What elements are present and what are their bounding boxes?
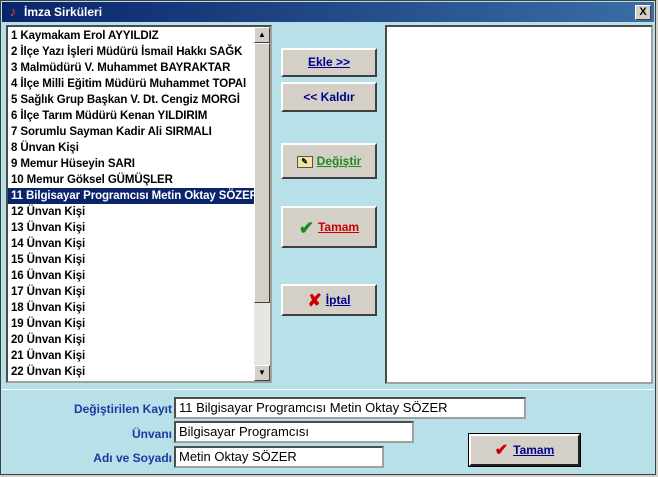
list-item[interactable]: 11 Bilgisayar Programcısı Metin Oktay SÖ… xyxy=(8,188,257,204)
scroll-thumb[interactable] xyxy=(254,43,270,303)
degistir-button-label: Değiştir xyxy=(316,154,362,168)
title-bar[interactable]: ♪ İmza Sirküleri X xyxy=(2,2,654,22)
kaldir-button[interactable]: << Kaldır xyxy=(281,82,377,112)
list-item[interactable]: 1 Kaymakam Erol AYYILDIZ xyxy=(8,28,257,44)
form-separator xyxy=(2,389,654,390)
bottom-tamam-button[interactable]: ✔ Tamam xyxy=(468,433,581,467)
close-button[interactable]: X xyxy=(635,5,651,20)
iptal-button[interactable]: ✘ İptal xyxy=(281,284,377,316)
list-item[interactable]: 3 Malmüdürü V. Muhammet BAYRAKTAR xyxy=(8,60,257,76)
list-item[interactable]: 19 Ünvan Kişi xyxy=(8,316,257,332)
adi-soyadi-field[interactable]: Metin Oktay SÖZER xyxy=(174,446,384,468)
list-item[interactable]: 4 İlçe Milli Eğitim Müdürü Muhammet TOPA… xyxy=(8,76,257,92)
close-icon: X xyxy=(639,6,647,18)
list-item[interactable]: 9 Memur Hüseyin SARI xyxy=(8,156,257,172)
unvani-label: Ünvanı xyxy=(131,427,172,441)
scroll-up-button[interactable]: ▲ xyxy=(254,27,270,43)
list-item[interactable]: 17 Ünvan Kişi xyxy=(8,284,257,300)
degistirilen-kayit-field[interactable]: 11 Bilgisayar Programcısı Metin Oktay SÖ… xyxy=(174,397,526,419)
list-item[interactable]: 18 Ünvan Kişi xyxy=(8,300,257,316)
list-item[interactable]: 8 Ünvan Kişi xyxy=(8,140,257,156)
action-button-panel: Ekle >> << Kaldır ✎ Değiştir ✔ Tamam ✘ İpta… xyxy=(276,25,382,385)
imza-sirkuleri-window: ♪ İmza Sirküleri X 1 Kaymakam Erol AYYIL… xyxy=(0,0,656,475)
list-item[interactable]: 10 Memur Göksel GÜMÜŞLER xyxy=(8,172,257,188)
list-item[interactable]: 5 Sağlık Grup Başkan V. Dt. Cengiz MORGİ xyxy=(8,92,257,108)
degistir-button[interactable]: ✎ Değiştir xyxy=(281,143,377,179)
tamam-button-label: Tamam xyxy=(317,220,360,234)
bottom-tamam-button-label: Tamam xyxy=(513,443,555,457)
edit-icon: ✎ xyxy=(296,155,313,168)
scroll-down-icon: ▼ xyxy=(258,368,266,377)
ekle-button[interactable]: Ekle >> xyxy=(281,48,377,77)
kaldir-button-label: << Kaldır xyxy=(303,90,355,104)
unvani-field[interactable]: Bilgisayar Programcısı xyxy=(174,421,414,443)
list-item[interactable]: 2 İlçe Yazı İşleri Müdürü İsmail Hakkı S… xyxy=(8,44,257,60)
list-item[interactable]: 7 Sorumlu Sayman Kadir Ali SIRMALI xyxy=(8,124,257,140)
tamam-button[interactable]: ✔ Tamam xyxy=(281,206,377,248)
adi-soyadi-label: Adı ve Soyadı xyxy=(93,451,172,465)
list-items: 1 Kaymakam Erol AYYILDIZ 2 İlçe Yazı İşle… xyxy=(8,28,257,380)
window-title: İmza Sirküleri xyxy=(24,5,103,19)
iptal-button-label: İptal xyxy=(325,293,351,307)
ekle-button-label: Ekle >> xyxy=(307,55,351,69)
checkmark-icon: ✔ xyxy=(298,217,314,238)
x-icon: ✘ xyxy=(307,290,322,310)
list-item[interactable]: 16 Ünvan Kişi xyxy=(8,268,257,284)
list-item[interactable]: 12 Ünvan Kişi xyxy=(8,204,257,220)
list-item[interactable]: 14 Ünvan Kişi xyxy=(8,236,257,252)
selected-signatures-listbox[interactable] xyxy=(385,25,653,384)
scroll-up-icon: ▲ xyxy=(258,30,266,39)
list-item[interactable]: 15 Ünvan Kişi xyxy=(8,252,257,268)
app-icon: ♪ xyxy=(9,4,17,19)
list-item[interactable]: 6 İlçe Tarım Müdürü Kenan YILDIRIM xyxy=(8,108,257,124)
list-item[interactable]: 21 Ünvan Kişi xyxy=(8,348,257,364)
edit-form: Değiştirilen Kayıt 11 Bilgisayar Program… xyxy=(2,389,654,473)
list-vertical-scrollbar[interactable]: ▲ ▼ xyxy=(254,27,270,381)
degistirilen-kayit-label: Değiştirilen Kayıt xyxy=(73,402,172,416)
list-item[interactable]: 13 Ünvan Kişi xyxy=(8,220,257,236)
imza-listbox[interactable]: 1 Kaymakam Erol AYYILDIZ 2 İlçe Yazı İşle… xyxy=(6,25,272,383)
list-item[interactable]: 22 Ünvan Kişi xyxy=(8,364,257,380)
list-item[interactable]: 20 Ünvan Kişi xyxy=(8,332,257,348)
scroll-down-button[interactable]: ▼ xyxy=(254,365,270,381)
checkmark-icon: ✔ xyxy=(494,441,509,459)
